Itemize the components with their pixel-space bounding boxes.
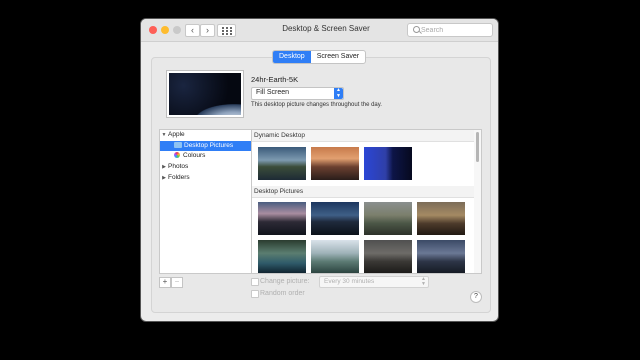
wallpaper-thumbnail[interactable] [311, 240, 359, 273]
earth-image [169, 73, 241, 115]
back-button[interactable]: ‹ [185, 24, 200, 37]
tab-desktop[interactable]: Desktop [273, 51, 311, 63]
wallpaper-name: 24hr-Earth-5K [251, 75, 299, 84]
current-wallpaper-preview [166, 70, 244, 118]
random-order-checkbox[interactable] [251, 290, 259, 298]
wallpaper-thumbnail[interactable] [311, 202, 359, 235]
minimize-button[interactable] [161, 26, 169, 34]
wallpaper-thumbnail[interactable] [364, 240, 412, 273]
close-button[interactable] [149, 26, 157, 34]
sidebar-item-label: Apple [168, 131, 185, 138]
folder-icon [174, 142, 182, 148]
sidebar-item-colours[interactable]: Colours [160, 151, 251, 161]
random-order-label: Random order [260, 290, 305, 297]
scrollbar-thumb[interactable] [476, 132, 479, 162]
chevron-updown-icon: ▲ ▼ [334, 87, 343, 99]
section-header-dynamic: Dynamic Desktop [252, 130, 476, 142]
search-field[interactable] [407, 23, 493, 37]
show-all-button[interactable] [217, 24, 236, 37]
title-bar[interactable]: ‹ › Desktop & Screen Saver [141, 19, 498, 42]
sidebar-item-label: Colours [183, 152, 206, 159]
interval-select[interactable]: Every 30 minutes ▲ ▼ [319, 276, 429, 288]
wallpaper-thumbnail[interactable] [258, 202, 306, 235]
sidebar-item-desktop-pictures[interactable]: Desktop Pictures [160, 141, 251, 151]
wallpaper-thumbnail[interactable] [417, 240, 465, 273]
vertical-scrollbar[interactable] [474, 130, 481, 273]
sidebar-item-label: Desktop Pictures [184, 142, 234, 149]
sidebar-item-apple[interactable]: ▼ Apple [160, 130, 251, 140]
tab-bar: Desktop Screen Saver [272, 50, 367, 64]
sidebar-item-label: Folders [168, 174, 190, 181]
change-picture-label: Change picture: [260, 278, 310, 285]
disclosure-open-icon[interactable]: ▼ [160, 130, 168, 140]
source-list: ▼ Apple Desktop Pictures Colours ▶ Photos … [159, 129, 252, 274]
sidebar-item-photos[interactable]: ▶ Photos [160, 162, 251, 172]
interval-value: Every 30 minutes [324, 278, 375, 285]
color-wheel-icon [174, 152, 180, 158]
sidebar-item-label: Photos [168, 163, 189, 170]
wallpaper-thumbnail[interactable] [417, 202, 465, 235]
remove-folder-button[interactable]: − [171, 277, 183, 288]
wallpaper-thumbnail[interactable] [258, 147, 306, 180]
chevron-left-icon: ‹ [191, 25, 194, 35]
question-icon: ? [474, 293, 478, 300]
fill-mode-value: Fill Screen [256, 89, 290, 96]
wallpaper-thumbnail[interactable] [364, 202, 412, 235]
chevron-updown-icon: ▲ ▼ [421, 276, 426, 287]
zoom-button[interactable] [173, 26, 181, 34]
fill-mode-select[interactable]: Fill Screen ▲ ▼ [251, 87, 344, 100]
tab-screen-saver[interactable]: Screen Saver [311, 51, 365, 63]
add-folder-button[interactable]: + [159, 277, 171, 288]
disclosure-closed-icon[interactable]: ▶ [160, 162, 168, 172]
forward-button[interactable]: › [200, 24, 215, 37]
wallpaper-description: This desktop picture changes throughout … [251, 102, 382, 108]
window-title: Desktop & Screen Saver [282, 24, 370, 33]
wallpaper-browser: Dynamic Desktop Desktop Pictures [251, 129, 482, 274]
wallpaper-thumbnail[interactable] [364, 147, 412, 180]
wallpaper-thumbnail[interactable] [311, 147, 359, 180]
disclosure-closed-icon[interactable]: ▶ [160, 173, 168, 183]
chevron-right-icon: › [206, 25, 209, 35]
section-header-pictures: Desktop Pictures [252, 186, 476, 198]
search-icon [413, 26, 420, 33]
change-picture-checkbox[interactable] [251, 278, 259, 286]
search-input[interactable] [421, 24, 487, 36]
help-button[interactable]: ? [470, 291, 482, 303]
wallpaper-thumbnail[interactable] [258, 240, 306, 273]
preferences-window: ‹ › Desktop & Screen Saver Desktop Scree… [141, 19, 498, 321]
sidebar-item-folders[interactable]: ▶ Folders [160, 173, 251, 183]
